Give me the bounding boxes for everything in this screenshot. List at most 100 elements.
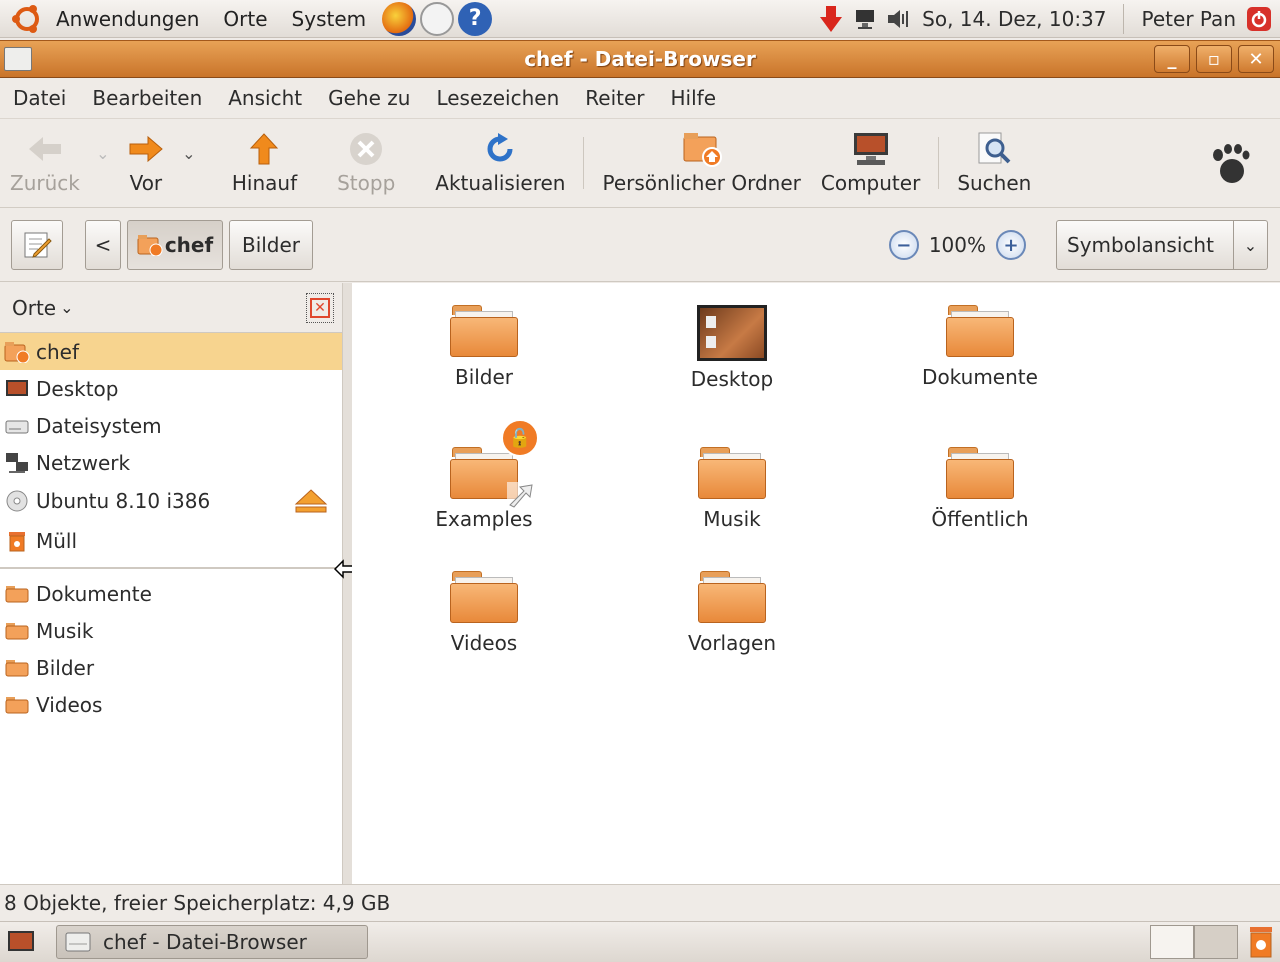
file-item-desktop[interactable]: Desktop [647, 283, 817, 391]
breadcrumb-label: chef [164, 233, 214, 257]
bottom-panel: chef - Datei-Browser [0, 921, 1280, 962]
file-item-vorlagen[interactable]: Vorlagen [647, 549, 817, 655]
file-icon-view[interactable]: Bilder Desktop Dokumente 🔓 Examples Musi… [352, 283, 1280, 884]
stop-button[interactable]: Stopp [327, 119, 405, 207]
reload-button[interactable]: Aktualisieren [425, 119, 575, 207]
menu-help[interactable]: Hilfe [658, 86, 730, 110]
zoom-level[interactable]: 100% [929, 233, 986, 257]
computer-label: Computer [820, 171, 921, 195]
file-item-videos[interactable]: Videos [399, 549, 569, 655]
sidebar-item-label: Müll [36, 529, 78, 553]
sidebar-item-network[interactable]: Netzwerk [0, 444, 342, 481]
trash-applet-icon[interactable] [1246, 925, 1276, 959]
menu-edit[interactable]: Bearbeiten [79, 86, 215, 110]
sidebar-item-filesystem[interactable]: Dateisystem [0, 407, 342, 444]
file-label: Bilder [454, 365, 514, 389]
menu-file[interactable]: Datei [0, 86, 79, 110]
folder-icon [4, 583, 30, 605]
minimize-button[interactable]: _ [1154, 45, 1190, 73]
file-label: Examples [435, 507, 533, 531]
zoom-control: − 100% + [879, 230, 1036, 260]
menu-places[interactable]: Orte [211, 0, 279, 38]
file-label: Musik [703, 507, 761, 531]
close-sidebar-button[interactable]: ✕ [306, 292, 334, 323]
workspace-switcher [1150, 925, 1238, 959]
workspace-1[interactable] [1150, 925, 1194, 959]
forward-history-dropdown[interactable]: ⌄ [176, 119, 202, 207]
sidebar-item-bookmark-bilder[interactable]: Bilder [0, 649, 342, 686]
file-item-examples[interactable]: 🔓 Examples [399, 419, 569, 531]
update-notifier-icon[interactable] [818, 5, 844, 32]
menu-applications[interactable]: Anwendungen [44, 0, 211, 38]
path-scroll-left-button[interactable]: < [85, 220, 121, 270]
home-button[interactable]: Persönlicher Ordner [592, 119, 810, 207]
toggle-location-entry-button[interactable] [11, 220, 63, 270]
close-button[interactable]: ✕ [1238, 45, 1274, 73]
taskbar-window-button[interactable]: chef - Datei-Browser [56, 925, 368, 959]
sidebar-separator [0, 567, 342, 569]
close-icon: ✕ [310, 297, 330, 318]
back-button[interactable]: Zurück [0, 119, 90, 207]
chevron-down-icon: ⌄ [60, 298, 74, 317]
show-desktop-icon[interactable] [4, 925, 38, 959]
zoom-in-icon[interactable]: + [996, 230, 1026, 260]
sidebar: Orte ⌄ ✕ chef Desktop Dateisystem Netzwe… [0, 283, 343, 884]
file-item-dokumente[interactable]: Dokumente [895, 283, 1065, 389]
sidebar-item-trash[interactable]: Müll [0, 521, 342, 561]
user-switcher[interactable]: Peter Pan [1134, 7, 1242, 31]
firefox-icon[interactable] [382, 1, 417, 36]
view-mode-select[interactable]: Symbolansicht ⌄ [1056, 220, 1268, 270]
volume-icon[interactable] [886, 6, 912, 32]
toolbar-separator [938, 137, 940, 189]
help-icon[interactable]: ? [458, 1, 493, 36]
menu-tabs[interactable]: Reiter [572, 86, 657, 110]
eject-icon[interactable] [294, 488, 328, 514]
breadcrumb-bilder[interactable]: Bilder [229, 220, 313, 270]
computer-button[interactable]: Computer [811, 119, 930, 207]
menu-view[interactable]: Ansicht [215, 86, 315, 110]
sidebar-item-chef[interactable]: chef [0, 333, 342, 370]
folder-icon [698, 571, 766, 623]
workspace-2[interactable] [1194, 925, 1238, 959]
sidebar-item-bookmark-videos[interactable]: Videos [0, 686, 342, 723]
back-history-dropdown[interactable]: ⌄ [90, 119, 116, 207]
menu-system[interactable]: System [280, 0, 379, 38]
file-item-bilder[interactable]: Bilder [399, 283, 569, 389]
sidebar-item-label: Dokumente [36, 581, 152, 606]
file-item-oeffentlich[interactable]: Öffentlich [895, 425, 1065, 531]
sidebar-header: Orte ⌄ ✕ [0, 283, 342, 333]
sidebar-type-select[interactable]: Orte ⌄ [12, 296, 74, 320]
view-mode-label: Symbolansicht [1067, 233, 1214, 257]
file-label: Desktop [690, 367, 774, 391]
up-button[interactable]: Hinauf [222, 119, 307, 207]
file-item-musik[interactable]: Musik [647, 425, 817, 531]
sidebar-item-label: Dateisystem [36, 413, 162, 438]
forward-label: Vor [129, 171, 163, 195]
maximize-button[interactable]: ▫ [1196, 45, 1232, 73]
zoom-out-icon[interactable]: − [888, 230, 919, 260]
panel-separator [1122, 3, 1124, 34]
window-titlebar[interactable]: chef - Datei-Browser _ ▫ ✕ [0, 40, 1280, 78]
pane-resize-handle[interactable] [333, 283, 369, 884]
folder-icon [946, 305, 1014, 357]
folder-icon [4, 620, 30, 642]
symlink-emblem-icon [507, 482, 535, 508]
ubuntu-logo-icon[interactable] [10, 2, 44, 36]
search-button[interactable]: Suchen [947, 119, 1041, 207]
network-icon[interactable] [852, 6, 878, 32]
power-icon[interactable] [1246, 6, 1272, 32]
folder-icon [4, 657, 30, 679]
sidebar-item-bookmark-musik[interactable]: Musik [0, 612, 342, 649]
breadcrumb-chef[interactable]: chef [127, 220, 223, 270]
sidebar-item-ubuntu-cd[interactable]: Ubuntu 8.10 i386 [0, 481, 342, 521]
forward-button[interactable]: Vor [116, 119, 176, 207]
sidebar-item-desktop[interactable]: Desktop [0, 370, 342, 407]
sidebar-item-bookmark-dokumente[interactable]: Dokumente [0, 575, 342, 612]
menu-bookmarks[interactable]: Lesezeichen [423, 86, 572, 110]
clock[interactable]: So, 14. Dez, 10:37 [916, 7, 1112, 31]
menu-go[interactable]: Gehe zu [315, 86, 423, 110]
trash-icon [4, 530, 30, 552]
gnome-foot-icon [1210, 119, 1280, 207]
mail-icon[interactable] [420, 1, 455, 36]
sidebar-title: Orte [12, 295, 57, 320]
